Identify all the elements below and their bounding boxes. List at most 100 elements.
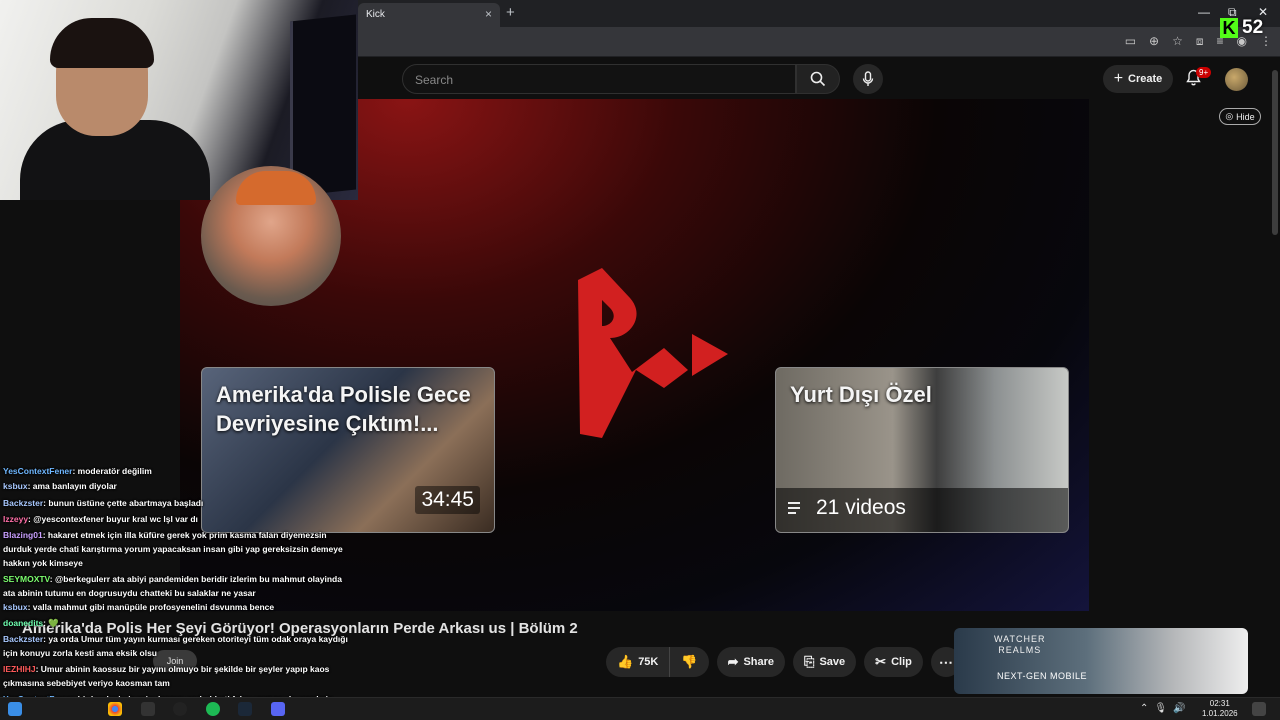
chat-text: hakkın yok kimseye (3, 558, 83, 568)
chat-message: doanedits: 💚 (3, 616, 59, 630)
bookmark-icon: ⎘ (804, 654, 815, 669)
voice-search-button[interactable] (853, 64, 883, 94)
chat-text: : moderatör değilim (72, 466, 152, 476)
chat-message: hakkın yok kimseye (3, 556, 83, 570)
chat-message: Blazing01: hakaret etmek için illa küfür… (3, 528, 327, 542)
playlist-icon (788, 502, 800, 514)
cast-icon[interactable]: ▭ (1125, 34, 1136, 49)
save-button[interactable]: ⎘ Save (793, 647, 857, 677)
like-button[interactable]: 👍 75K (606, 647, 671, 677)
chat-message: ksbux: ama banlayın diyolar (3, 479, 117, 493)
share-button[interactable]: ➦ Share (716, 647, 786, 677)
featured-video-title: Amerika'da Polisle Gece Devriyesine Çıkt… (216, 382, 471, 436)
zoom-icon[interactable]: ⊕ (1149, 34, 1159, 49)
ad-text: NEXT-GEN MOBILE (997, 671, 1088, 681)
minimize-icon[interactable]: — (1198, 5, 1210, 19)
clip-label: Clip (891, 656, 912, 668)
search-placeholder: Search (415, 73, 454, 87)
clock-time: 02:31 (1209, 699, 1230, 708)
search-icon (810, 71, 826, 87)
chat-message: SEYMOXTV: @berkegulerr ata abiyi pandemi… (3, 572, 342, 586)
account-avatar[interactable] (1225, 68, 1248, 91)
chat-message: ata abinin tutumu en dogrusuydu chatteki… (3, 586, 256, 600)
sponsored-ad[interactable]: WATCHER REALMS NEXT-GEN MOBILE (954, 628, 1248, 694)
webcam-monitor (290, 14, 356, 197)
chat-username[interactable]: Blazing01 (3, 530, 43, 540)
chat-text: : 💚 (43, 618, 59, 628)
new-tab-icon[interactable]: + (506, 4, 515, 21)
notification-badge: 9+ (1196, 67, 1212, 78)
chat-text: : bunun üstüne çette abartmaya başladı (43, 498, 204, 508)
ad-logo-line2: REALMS (998, 645, 1042, 655)
chat-username[interactable]: Backzster (3, 498, 43, 508)
clock-date: 1.01.2026 (1202, 709, 1238, 718)
plus-icon: + (1113, 70, 1124, 87)
chat-username[interactable]: ksbux (3, 602, 28, 612)
search-button[interactable] (796, 64, 840, 94)
video-actions: 👍 75K 👎 ➦ Share ⎘ Save ✂ Clip ⋯ (606, 647, 961, 677)
volume-icon[interactable]: 🔊 (1173, 703, 1185, 714)
chat-message: çıkmasına sebebiyet veriyo kaosman tam (3, 676, 170, 690)
more-dots-icon: ⋯ (938, 653, 953, 670)
obs-icon[interactable] (173, 702, 187, 716)
create-button[interactable]: + Create (1103, 65, 1173, 93)
share-label: Share (743, 656, 775, 668)
video-duration: 34:45 (415, 486, 480, 514)
chat-username[interactable]: Backzster (3, 634, 43, 644)
hide-label: Hide (1236, 111, 1255, 122)
chat-text: : ama banlayın diyolar (27, 481, 117, 491)
chat-text: çıkmasına sebebiyet veriyo kaosman tam (3, 678, 170, 688)
taskbar-clock[interactable]: 02:31 1.01.2026 (1202, 699, 1238, 719)
spotify-icon[interactable] (206, 702, 220, 716)
chat-username[interactable]: YesContextFener (3, 466, 72, 476)
share-icon: ➦ (727, 654, 739, 669)
chat-message: Izzeyy: @yescontexfener buyur kral wc lş… (3, 512, 198, 526)
scrollbar-thumb[interactable] (1272, 70, 1278, 235)
chat-username[interactable]: Izzeyy (3, 514, 28, 524)
microphone-icon (862, 71, 874, 86)
chat-message: Backzster: ya orda Umur tüm yayın kurmas… (3, 632, 348, 646)
start-icon[interactable] (8, 702, 22, 716)
bookmark-star-icon[interactable]: ☆ (1172, 34, 1183, 49)
chat-message: Backzster: bunun üstüne çette abartmaya … (3, 496, 203, 510)
eye-off-icon: ◎ (1225, 111, 1234, 121)
chat-username[interactable]: ksbux (3, 481, 28, 491)
playlist-info-bar: 21 videos (776, 488, 1068, 532)
chat-text: durduk yerde chati karıştırma yorum yapa… (3, 544, 343, 554)
search-input[interactable]: Search (402, 64, 796, 94)
create-label: Create (1128, 73, 1163, 85)
notification-center-icon[interactable] (1252, 702, 1266, 716)
viewer-count: 52 (1242, 17, 1264, 38)
steam-icon[interactable] (238, 702, 252, 716)
dislike-button[interactable]: 👎 (670, 647, 709, 677)
browser-tab[interactable]: Kick × (358, 3, 500, 27)
chat-message: için konuyu zorla kesti ama eksik olsu (3, 646, 157, 660)
thumbs-down-icon: 👎 (681, 654, 698, 669)
clip-button[interactable]: ✂ Clip (864, 647, 923, 677)
tab-close-icon[interactable]: × (485, 7, 492, 21)
streamer-webcam (0, 0, 358, 200)
ad-logo-line1: WATCHER (994, 634, 1046, 644)
chat-message: IEZHIHJ: Umur abinin kaossuz bir yayını … (3, 662, 329, 676)
tray-chevron-icon[interactable]: ⌃ (1140, 703, 1148, 714)
chat-username[interactable]: IEZHIHJ (3, 664, 36, 674)
playlist-card[interactable]: Yurt Dışı Özel 21 videos (775, 367, 1069, 533)
mic-tray-icon[interactable]: 🎙 (1154, 703, 1167, 714)
chat-username[interactable]: doanedits (3, 618, 43, 628)
chat-text: : @yescontexfener buyur kral wc lşl var … (28, 514, 198, 524)
chat-text: : ya orda Umur tüm yayın kurması gereken… (43, 634, 348, 644)
kick-logo-icon: K (1220, 18, 1238, 38)
chat-username[interactable]: SEYMOXTV (3, 574, 50, 584)
chat-text: için konuyu zorla kesti ama eksik olsu (3, 648, 158, 658)
extensions-icon[interactable]: ⧈ (1196, 34, 1204, 49)
chrome-icon[interactable] (108, 702, 122, 716)
system-tray: ⌃ 🎙 🔊 (1140, 703, 1186, 714)
hide-button[interactable]: ◎ Hide (1219, 108, 1261, 125)
like-dislike-group: 👍 75K 👎 (606, 647, 709, 677)
discord-icon[interactable] (271, 702, 285, 716)
ctrl-app-icon[interactable] (141, 702, 155, 716)
save-label: Save (819, 656, 846, 668)
scissors-icon: ✂ (875, 654, 887, 669)
avatar-cap (236, 171, 316, 205)
screen: Kick × + — ⧉ ✕ ▭ ⊕ ☆ ⧈ ≡ ◉ ⋮ Search + Cr… (0, 0, 1280, 720)
